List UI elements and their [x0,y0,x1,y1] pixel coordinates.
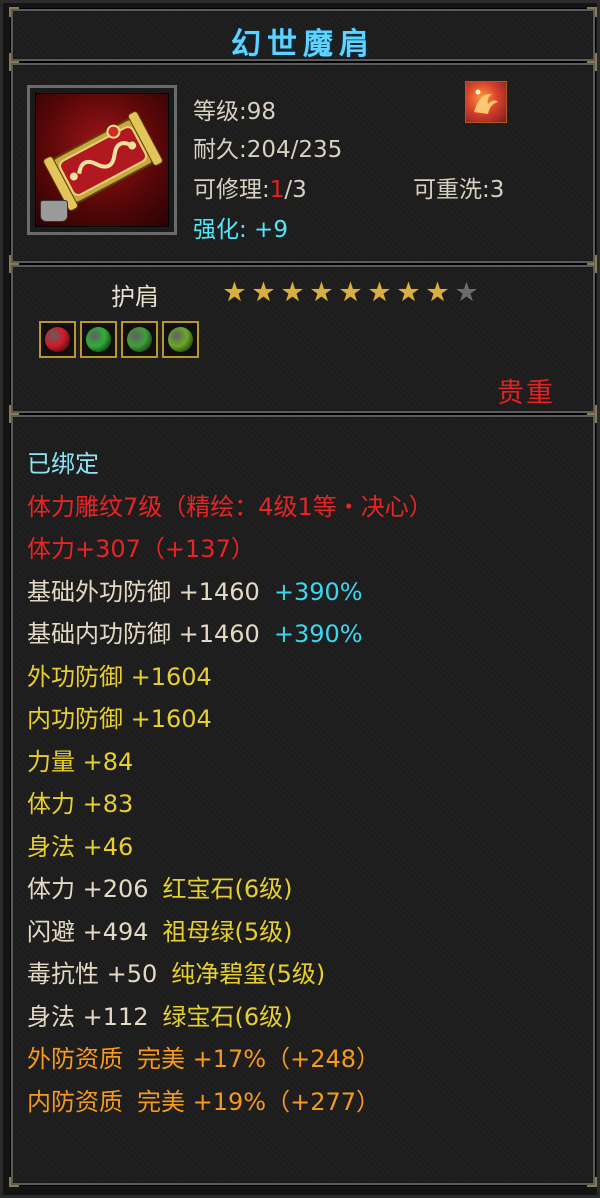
item-icon-frame [27,85,177,235]
attribute-text: 身法 +112 [27,1002,149,1031]
gem-socket[interactable] [80,321,117,358]
attribute-text: 外防资质 [27,1045,123,1073]
star-filled-icon: ★ [280,277,305,308]
attribute-text: 已绑定 [27,450,99,478]
item-header: 等级:98 耐久:204/235 可修理:1/3 可重洗:3 强化: +9 [9,61,597,265]
item-type: 护肩 [111,283,159,311]
star-rating: ★ ★ ★ ★ ★ ★ ★ ★ ★ [221,279,480,307]
attribute-row: 体力 +83 [27,783,587,826]
attribute-text: 体力 +206 [27,875,149,903]
attribute-row: 外功防御 +1604 [27,656,587,699]
attribute-row: 外防资质 完美 +17%（+248） [27,1038,587,1081]
attribute-list: 已绑定体力雕纹7级（精绘：4级1等・决心） 体力+307（+137） 基础外功防御 … [27,443,587,1123]
star-filled-icon: ★ [425,277,450,308]
attribute-text: 闪避 +494 [27,917,149,946]
gem-socket[interactable] [39,321,76,358]
title-bar: 幻世魔肩 [9,7,597,63]
green-gem-icon [127,327,152,352]
gem-socket[interactable] [121,321,158,358]
lock-icon [40,200,68,222]
attribute-row: 内功防御 +1604 [27,698,587,741]
attribute-text: 内防资质 [27,1087,123,1116]
attribute-text: 体力雕纹7级（精绘：4级1等・决心） [27,492,433,521]
star-filled-icon: ★ [309,277,334,308]
attribute-row: 体力雕纹7级（精绘：4级1等・决心） [27,486,587,529]
level-stat: 等级:98 [193,99,277,125]
attribute-text: 体力+307（+137） [27,535,255,563]
green-gem-icon [86,327,111,352]
star-filled-icon: ★ [367,277,392,308]
rewash-stat: 可重洗:3 [413,177,505,203]
attribute-text: 毒抗性 +50 [27,960,158,988]
red-gem-icon [45,327,70,352]
attribute-text: 红宝石(6级) [162,875,293,903]
attribute-text: 内功防御 +1604 [27,705,212,733]
attribute-section: 已绑定体力雕纹7级（精绘：4级1等・决心） 体力+307（+137） 基础外功防御 … [9,413,597,1187]
attribute-text: 外功防御 +1604 [27,662,212,691]
attribute-row: 闪避 +494 祖母绿(5级) [27,911,587,954]
attribute-row: 身法 +46 [27,826,587,869]
attribute-text: 完美 +19%（+277） [137,1087,380,1116]
quality-section: 护肩 ★ ★ ★ ★ ★ ★ ★ ★ ★ 贵重 [9,263,597,415]
star-empty-icon: ★ [454,277,479,308]
star-filled-icon: ★ [251,277,276,308]
phoenix-badge-icon [465,81,507,123]
attribute-row: 内防资质 完美 +19%（+277） [27,1081,587,1124]
attribute-text: 祖母绿(5级) [162,917,293,946]
rarity-label: 贵重 [497,378,555,409]
attribute-row: 已绑定 [27,443,587,486]
yellow-green-gem-icon [168,327,193,352]
attribute-row: 毒抗性 +50 纯净碧玺(5级) [27,953,587,996]
gem-sockets [39,321,199,358]
shoulder-armor-icon [35,93,169,227]
enhance-stat: 强化: +9 [193,217,288,243]
item-name: 幻世魔肩 [231,27,375,62]
repair-stat: 可修理:1/3 [193,177,307,203]
attribute-text: 基础内功防御 +1460 [27,620,260,648]
durability-stat: 耐久:204/235 [193,137,343,163]
attribute-row: 体力+307（+137） [27,528,587,571]
star-filled-icon: ★ [396,277,421,308]
item-tooltip: 幻世魔肩 等级:98 耐久:204/235 可修理:1/3 可重洗:3 强化: … [0,0,600,1198]
star-filled-icon: ★ [222,277,247,308]
attribute-text: +390% [273,577,363,606]
attribute-row: 基础外功防御 +1460 +390% [27,571,587,614]
attribute-text: +390% [273,620,363,648]
attribute-text: 体力 +83 [27,790,134,818]
attribute-text: 身法 +46 [27,832,134,861]
gem-socket[interactable] [162,321,199,358]
star-filled-icon: ★ [338,277,363,308]
attribute-row: 力量 +84 [27,741,587,784]
attribute-row: 基础内功防御 +1460 +390% [27,613,587,656]
attribute-row: 体力 +206 红宝石(6级) [27,868,587,911]
attribute-text: 力量 +84 [27,747,134,776]
attribute-text: 绿宝石(6级) [162,1002,293,1031]
attribute-text: 完美 +17%（+248） [137,1045,380,1073]
attribute-text: 纯净碧玺(5级) [171,960,326,988]
attribute-text: 基础外功防御 +1460 [27,577,260,606]
attribute-row: 身法 +112 绿宝石(6级) [27,996,587,1039]
